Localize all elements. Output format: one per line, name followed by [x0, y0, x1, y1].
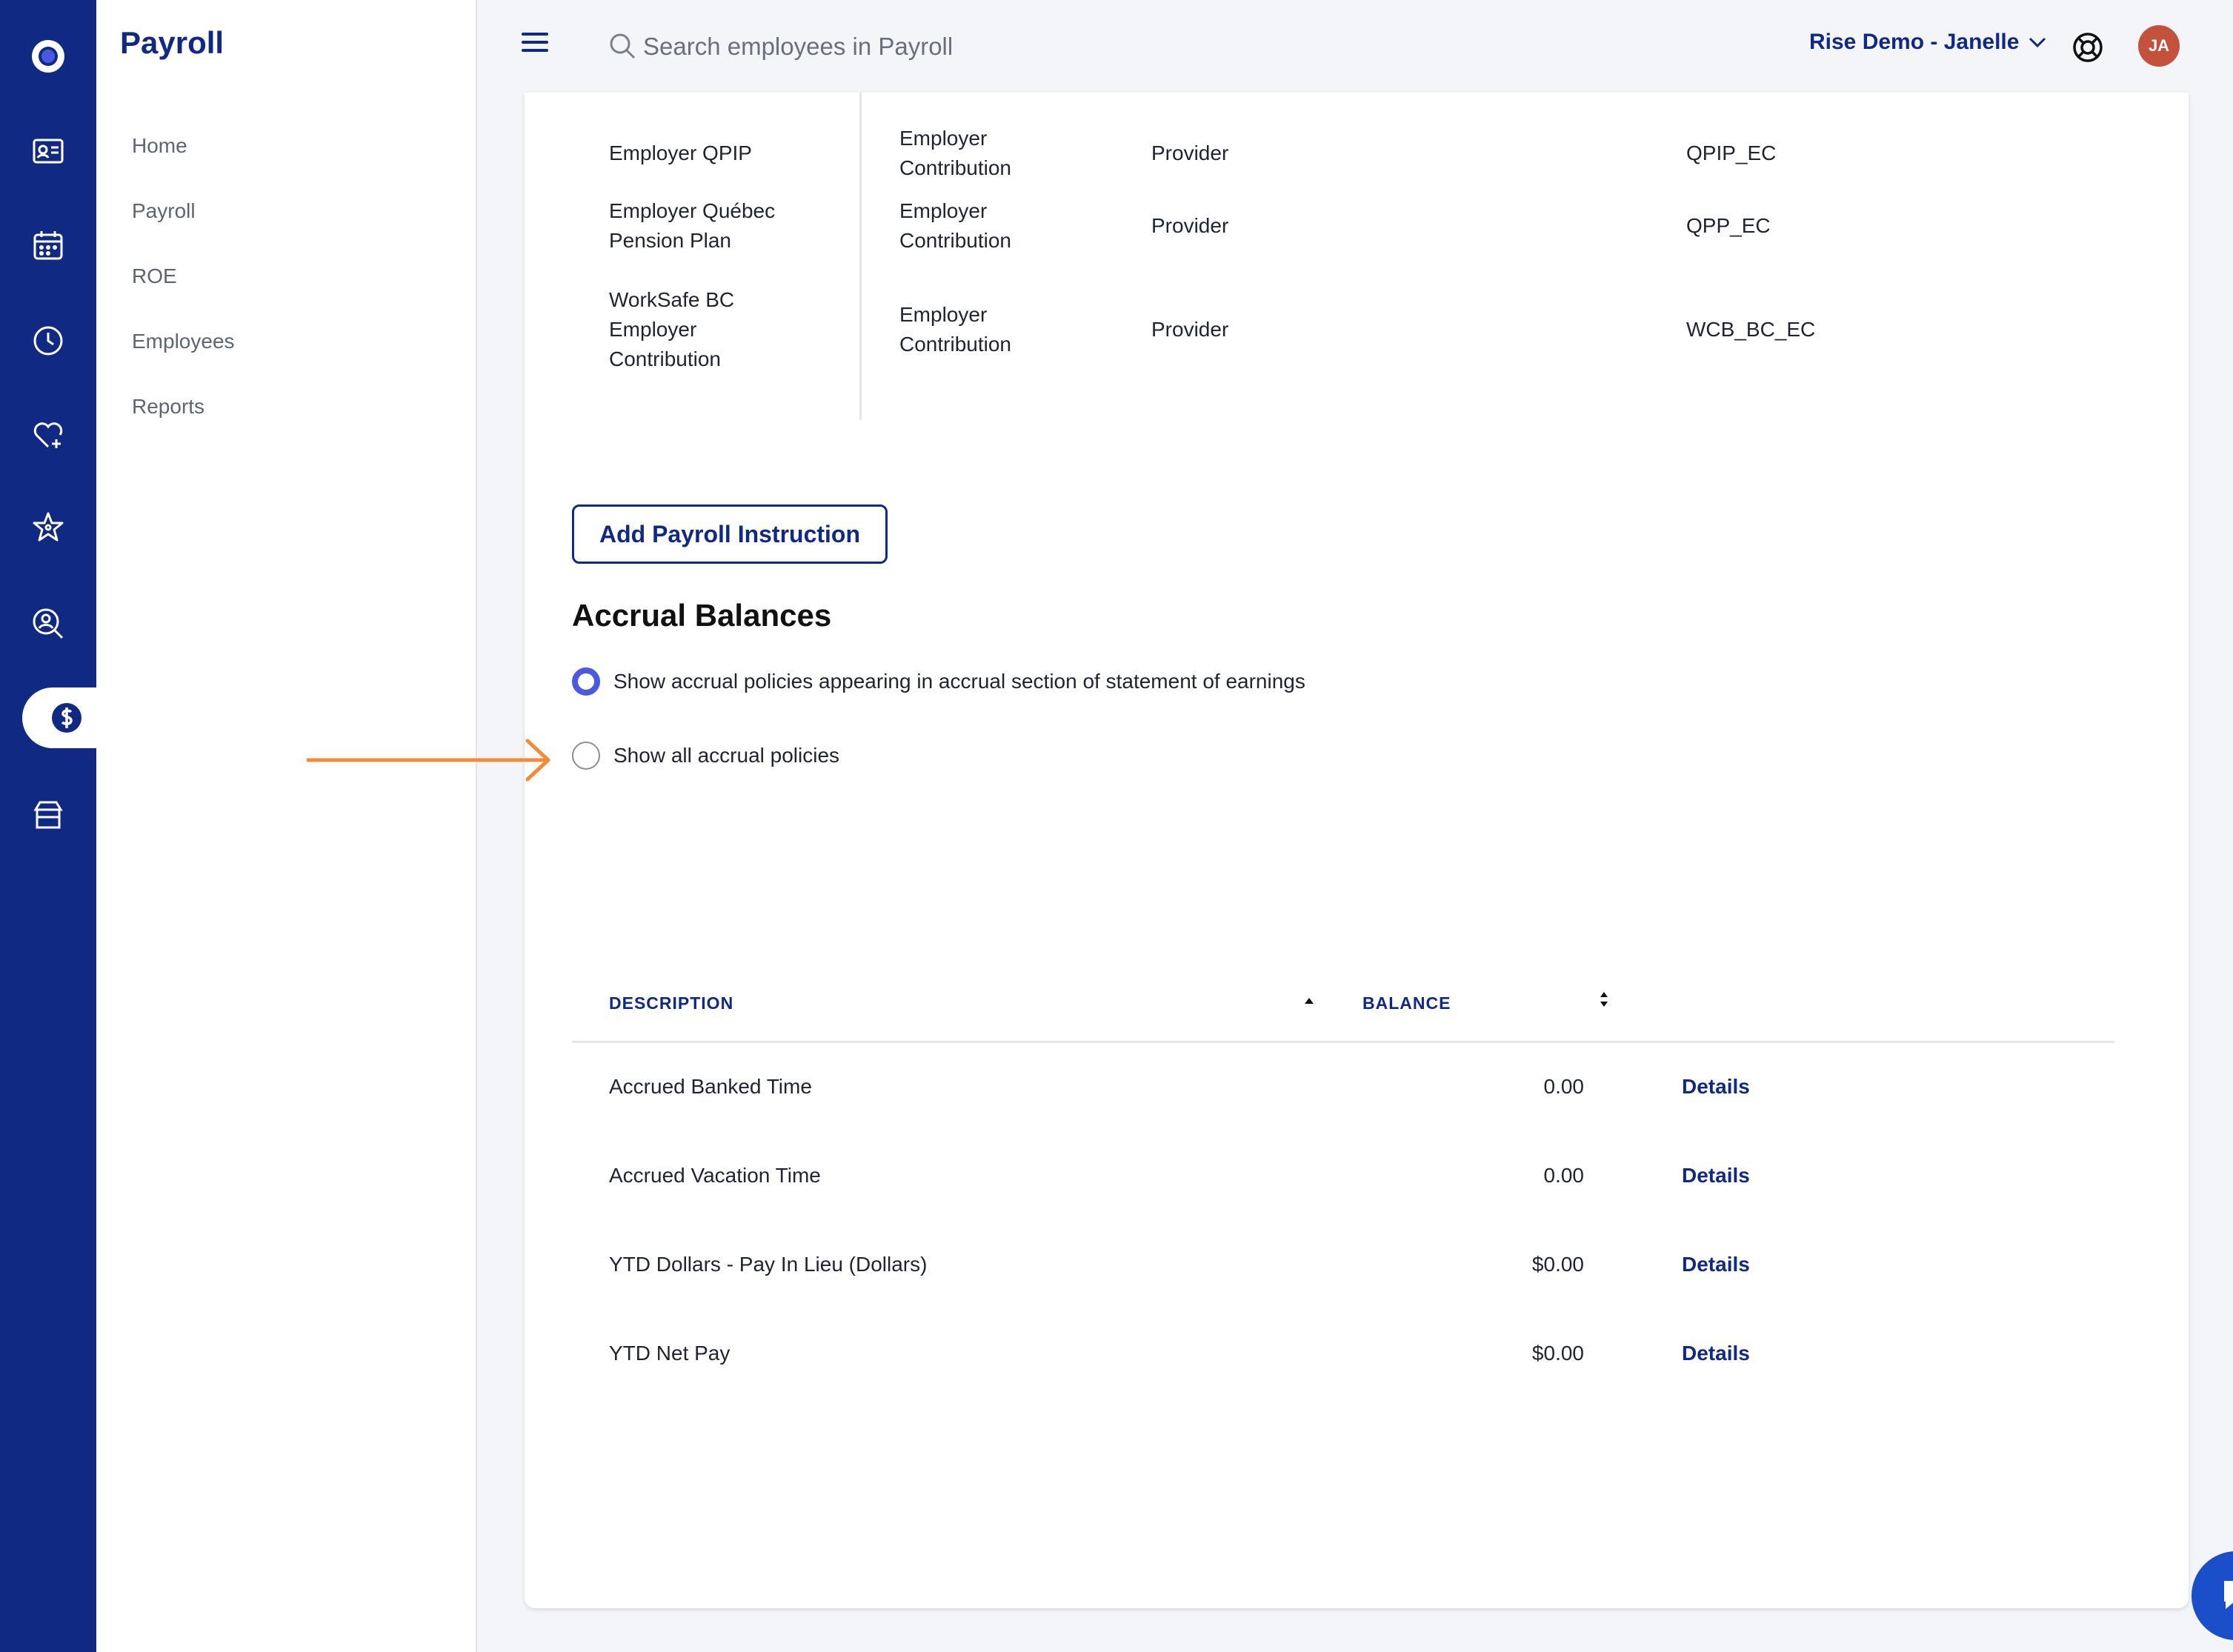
accrual-balances-title: Accrual Balances — [572, 598, 832, 633]
logo-icon[interactable] — [0, 19, 96, 93]
accrual-balance: 0.00 — [1543, 1075, 1585, 1098]
annotation-arrow-icon — [307, 739, 550, 782]
radio-option-all-policies[interactable]: Show all accrual policies — [572, 742, 839, 770]
search-icon — [610, 33, 636, 59]
instruction-source: Provider — [1151, 141, 1229, 164]
dollar-icon-badge — [52, 703, 81, 733]
sidebar-item-home[interactable]: Home — [132, 126, 235, 191]
column-divider — [859, 93, 862, 420]
instruction-type: Employer Contribution — [899, 199, 1011, 252]
sidebar-item-payroll[interactable]: Payroll — [132, 191, 235, 256]
sidebar: Payroll Home Payroll ROE Employees Repor… — [96, 0, 477, 1652]
main-card: Employer QPIP Employer Contribution Prov… — [525, 93, 2189, 1608]
instruction-type: Employer Contribution — [899, 127, 1011, 179]
add-payroll-instruction-button[interactable]: Add Payroll Instruction — [572, 504, 888, 564]
radio-checked-icon[interactable] — [572, 667, 600, 696]
avatar[interactable]: JA — [2138, 25, 2180, 67]
radio-label: Show all accrual policies — [613, 744, 840, 767]
details-link[interactable]: Details — [1682, 1075, 1750, 1099]
sidebar-title: Payroll — [120, 25, 224, 60]
accrual-balance: $0.00 — [1531, 1342, 1584, 1365]
table-header-divider — [572, 1041, 2114, 1043]
sidebar-item-employees[interactable]: Employees — [132, 322, 235, 387]
instruction-name: Employer Québec Pension Plan — [609, 199, 776, 252]
instruction-source: Provider — [1151, 214, 1229, 237]
instruction-source: Provider — [1151, 318, 1229, 341]
person-search-icon[interactable] — [0, 587, 96, 661]
help-lifebuoy-icon[interactable] — [2071, 31, 2104, 64]
sort-both-icon[interactable] — [1599, 990, 1609, 1008]
instruction-code: WCB_BC_EC — [1686, 318, 1816, 341]
radio-option-statement-policies[interactable]: Show accrual policies appearing in accru… — [572, 667, 1305, 696]
id-card-icon[interactable] — [0, 114, 96, 188]
accrual-balance: $0.00 — [1531, 1253, 1584, 1276]
column-header-description[interactable]: DESCRIPTION — [609, 993, 733, 1013]
instruction-code: QPP_EC — [1686, 214, 1771, 237]
top-bar: Rise Demo - Janelle JA — [477, 0, 2233, 93]
search-input[interactable] — [642, 27, 1163, 67]
sort-ascending-icon[interactable] — [1304, 996, 1314, 1005]
chat-launcher-icon[interactable] — [2192, 1551, 2233, 1640]
accrual-balance: 0.00 — [1543, 1164, 1585, 1187]
instruction-code: QPIP_EC — [1686, 141, 1777, 164]
chevron-down-icon — [2029, 37, 2046, 48]
accrual-description: Accrued Banked Time — [609, 1075, 812, 1098]
radio-unchecked-icon[interactable] — [572, 742, 600, 770]
accrual-description: YTD Dollars - Pay In Lieu (Dollars) — [609, 1253, 928, 1276]
account-label: Rise Demo - Janelle — [1809, 30, 2020, 54]
instruction-type: Employer Contribution — [899, 303, 1011, 356]
heart-plus-icon[interactable] — [0, 399, 96, 473]
details-link[interactable]: Details — [1682, 1164, 1750, 1188]
store-icon[interactable] — [0, 778, 96, 852]
details-link[interactable]: Details — [1682, 1342, 1750, 1365]
menu-icon[interactable] — [522, 33, 548, 55]
icon-rail — [0, 0, 111, 1652]
radio-label: Show accrual policies appearing in accru… — [613, 670, 1305, 693]
accrual-description: Accrued Vacation Time — [609, 1164, 821, 1187]
calendar-icon[interactable] — [0, 209, 96, 283]
star-icon[interactable] — [0, 490, 96, 564]
account-switcher[interactable]: Rise Demo - Janelle — [1809, 30, 2047, 55]
clock-icon[interactable] — [0, 304, 96, 378]
instruction-name: Employer QPIP — [609, 141, 752, 164]
sidebar-item-reports[interactable]: Reports — [132, 387, 235, 452]
details-link[interactable]: Details — [1682, 1253, 1750, 1276]
instruction-name: WorkSafe BC Employer Contribution — [609, 288, 735, 370]
sidebar-item-roe[interactable]: ROE — [132, 256, 235, 322]
accrual-description: YTD Net Pay — [609, 1342, 731, 1365]
column-header-balance[interactable]: BALANCE — [1362, 993, 1451, 1013]
sidebar-nav: Home Payroll ROE Employees Reports — [132, 126, 235, 452]
